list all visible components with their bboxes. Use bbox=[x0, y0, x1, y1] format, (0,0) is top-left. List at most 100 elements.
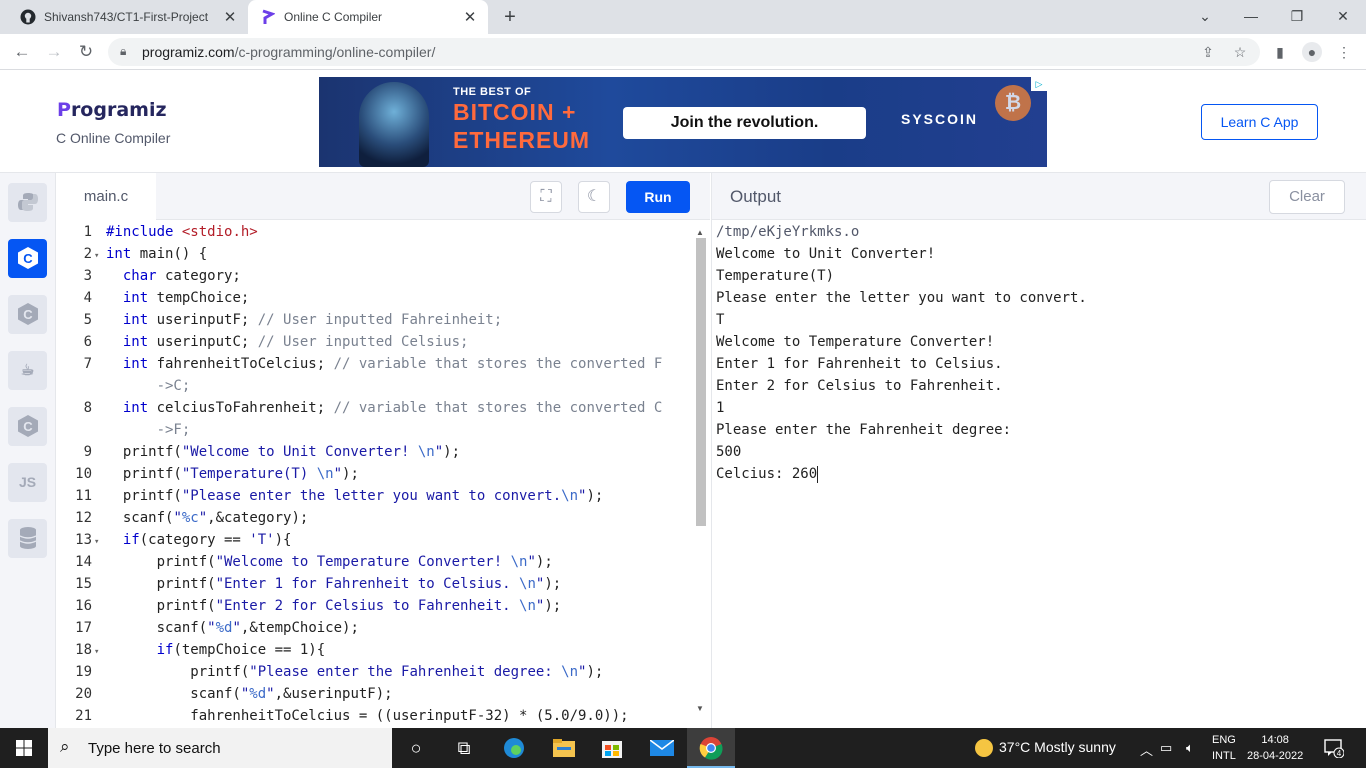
run-button[interactable]: Run bbox=[626, 181, 690, 213]
search-icon: ⌕ bbox=[60, 737, 70, 756]
new-tab-button[interactable]: + bbox=[498, 4, 522, 30]
fold-arrow-icon: ▾ bbox=[94, 251, 100, 261]
scrollbar-thumb bbox=[696, 238, 706, 526]
code-line: 6 int userinputC; // User inputted Celsi… bbox=[83, 334, 469, 350]
code-line: 16 printf("Enter 2 for Celsius to Fahren… bbox=[75, 598, 562, 614]
code-line: ->C; bbox=[106, 378, 191, 394]
csharp-language-icon[interactable]: C bbox=[8, 407, 47, 446]
output-line: Celcius: 260 bbox=[716, 466, 818, 482]
volume-icon[interactable]: 🔈︎ bbox=[1186, 740, 1194, 756]
javascript-language-icon[interactable]: JS bbox=[8, 463, 47, 502]
code-line: 8 int celciusToFahrenheit; // variable t… bbox=[83, 400, 663, 416]
tab-search-icon[interactable]: ⌄ bbox=[1182, 0, 1228, 34]
code-line: 13 ▾ if(category == 'T'){ bbox=[56, 529, 696, 551]
ad-headline-2: ETHEREUM bbox=[453, 127, 591, 153]
input-language-indicator[interactable]: ENG INTL bbox=[1212, 732, 1236, 764]
c-language-icon[interactable]: C bbox=[8, 239, 47, 278]
fold-arrow-icon: ▾ bbox=[94, 537, 100, 547]
editor-toolbar: main.c ⛶ ☾ Run bbox=[56, 173, 710, 220]
close-tab-icon[interactable]: ✕ bbox=[460, 8, 480, 26]
taskbar-clock[interactable]: 14:08 28-04-2022 bbox=[1247, 732, 1303, 764]
editor-scrollbar[interactable]: ▲ ▼ bbox=[694, 228, 706, 714]
code-line: ->F; bbox=[106, 422, 191, 438]
code-line: 14 printf("Welcome to Temperature Conver… bbox=[75, 554, 553, 570]
menu-kebab-icon[interactable]: ⋮ bbox=[1334, 42, 1354, 62]
fullscreen-icon[interactable]: ⛶ bbox=[530, 181, 562, 213]
file-explorer-icon[interactable] bbox=[540, 728, 588, 768]
share-icon[interactable]: ⇪ bbox=[1198, 42, 1218, 62]
browser-toolbar: ← → ↻ 🔒︎ programiz.com/c-programming/onl… bbox=[0, 34, 1366, 70]
windows-start-icon[interactable] bbox=[0, 728, 48, 768]
page-subtitle: C Online Compiler bbox=[56, 130, 171, 146]
text-cursor bbox=[817, 465, 819, 483]
code-line: 19 printf("Please enter the Fahrenheit d… bbox=[75, 664, 604, 680]
java-language-icon[interactable]: ☕︎ bbox=[8, 351, 47, 390]
restore-icon[interactable]: ❐ bbox=[1274, 0, 1320, 34]
code-line: 1 #include <stdio.h> bbox=[83, 224, 258, 240]
code-line: 2 ▾ int main() { bbox=[56, 243, 696, 265]
programiz-icon bbox=[260, 9, 276, 25]
ad-character-image bbox=[359, 82, 429, 167]
output-line: /tmp/eKjeYrkmks.o bbox=[716, 224, 860, 240]
forward-arrow-icon[interactable]: → bbox=[42, 40, 66, 64]
output-title: Output bbox=[730, 187, 782, 206]
code-line: 7 int fahrenheitToCelcius; // variable t… bbox=[83, 356, 663, 372]
svg-text:C: C bbox=[23, 419, 33, 434]
output-console[interactable]: /tmp/eKjeYrkmks.o Welcome to Unit Conver… bbox=[711, 220, 1366, 728]
tray-expand-icon[interactable]: ︿ bbox=[1140, 740, 1153, 759]
python-language-icon[interactable] bbox=[8, 183, 47, 222]
github-icon bbox=[20, 9, 36, 25]
address-bar[interactable]: 🔒︎ programiz.com/c-programming/online-co… bbox=[108, 38, 1260, 66]
profile-avatar-icon[interactable]: ● bbox=[1302, 42, 1322, 62]
code-line: 4 int tempChoice; bbox=[83, 290, 250, 306]
sun-icon bbox=[975, 739, 993, 758]
notification-center-icon[interactable]: 4 bbox=[1324, 738, 1345, 759]
browser-tab-online-c-compiler[interactable]: Online C Compiler ✕ bbox=[248, 0, 488, 34]
network-icon[interactable]: ▭ bbox=[1160, 740, 1172, 756]
task-view-icon[interactable]: ⧉ bbox=[440, 728, 488, 768]
reload-icon[interactable]: ↻ bbox=[74, 40, 98, 64]
edge-browser-icon[interactable] bbox=[490, 728, 538, 768]
back-arrow-icon[interactable]: ← bbox=[10, 40, 34, 64]
microsoft-store-icon[interactable] bbox=[588, 728, 636, 768]
output-line: Welcome to Unit Converter! bbox=[716, 246, 936, 262]
language-sidebar: C C ☕︎ C JS bbox=[0, 173, 56, 728]
side-panel-icon[interactable]: ▮ bbox=[1270, 42, 1290, 62]
close-window-icon[interactable]: ✕ bbox=[1320, 0, 1366, 34]
output-line-last: Celcius: 260 bbox=[716, 463, 819, 485]
url-text: programiz.com/c-programming/online-compi… bbox=[142, 44, 436, 60]
fold-arrow-icon: ▾ bbox=[94, 647, 100, 657]
code-line: 10 printf("Temperature(T) \n"); bbox=[75, 466, 359, 482]
ad-banner[interactable]: THE BEST OF BITCOIN + ETHEREUM Join the … bbox=[319, 77, 1047, 167]
dark-mode-moon-icon[interactable]: ☾ bbox=[578, 181, 610, 213]
browser-tab-github[interactable]: Shivansh743/CT1-First-Project ✕ bbox=[8, 0, 248, 34]
ad-headline-1: BITCOIN + bbox=[453, 99, 577, 125]
code-line: 17 scanf("%d",&tempChoice); bbox=[75, 620, 359, 636]
close-tab-icon[interactable]: ✕ bbox=[220, 8, 240, 26]
chrome-icon[interactable] bbox=[687, 728, 735, 768]
mail-icon[interactable] bbox=[638, 728, 686, 768]
tab-title: Online C Compiler bbox=[284, 10, 383, 24]
ad-cta-button[interactable]: Join the revolution. bbox=[623, 107, 866, 139]
sql-database-icon[interactable] bbox=[8, 519, 47, 558]
learn-c-app-button[interactable]: Learn C App bbox=[1201, 104, 1318, 140]
output-line: Enter 2 for Celsius to Fahrenheit. bbox=[716, 378, 1003, 394]
bookmark-star-icon[interactable]: ☆ bbox=[1230, 42, 1250, 62]
ad-kicker: THE BEST OF bbox=[453, 86, 532, 98]
taskbar-search-input[interactable]: ⌕ Type here to search bbox=[48, 728, 392, 768]
cortana-icon[interactable]: ○ bbox=[392, 728, 440, 768]
code-editor[interactable]: 1 #include <stdio.h> 2 ▾ int main() { 3 cha… bbox=[56, 220, 710, 728]
output-line: Please enter the Fahrenheit degree: bbox=[716, 422, 1012, 438]
cpp-language-icon[interactable]: C bbox=[8, 295, 47, 334]
search-placeholder: Type here to search bbox=[88, 740, 221, 757]
svg-text:C: C bbox=[23, 307, 33, 322]
file-tab-main-c[interactable]: main.c bbox=[56, 173, 156, 220]
adchoices-icon[interactable]: ▷ bbox=[1031, 77, 1047, 91]
output-line: Temperature(T) bbox=[716, 268, 835, 284]
clear-button[interactable]: Clear bbox=[1269, 180, 1345, 214]
minimize-icon[interactable]: — bbox=[1228, 0, 1274, 34]
weather-widget[interactable]: 37°C Mostly sunny bbox=[975, 739, 1116, 758]
programiz-logo[interactable]: Programiz bbox=[57, 99, 167, 121]
tab-title: Shivansh743/CT1-First-Project bbox=[44, 10, 209, 24]
bitcoin-icon: ₿ bbox=[995, 85, 1031, 121]
